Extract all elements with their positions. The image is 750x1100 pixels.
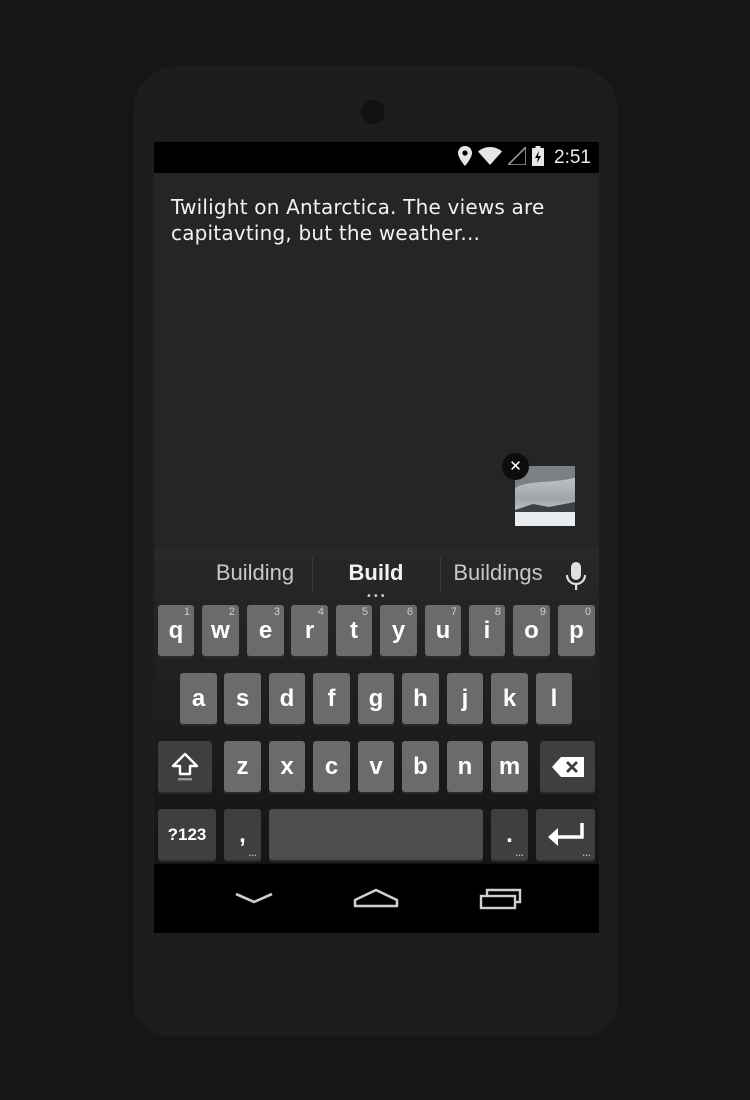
key-c[interactable]: c: [313, 741, 350, 792]
key-more-indicator: …: [582, 848, 591, 858]
key-d[interactable]: d: [269, 673, 305, 724]
key-hint: 0: [584, 606, 591, 618]
suggestion-right[interactable]: Buildings: [446, 560, 550, 586]
navigation-bar: [154, 864, 599, 933]
key-hint: 8: [494, 606, 501, 618]
key-q[interactable]: q1: [158, 605, 194, 656]
key-a[interactable]: a: [180, 673, 217, 724]
key-v[interactable]: v: [358, 741, 394, 792]
more-suggestions-indicator: •••: [366, 591, 387, 602]
screen: 2:51 Twilight on Antarctica. The views a…: [154, 142, 599, 933]
suggestion-divider: [440, 557, 441, 593]
key-f[interactable]: f: [313, 673, 350, 724]
key-b[interactable]: b: [402, 741, 439, 792]
symbols-key[interactable]: ?123: [158, 809, 216, 860]
key-z[interactable]: z: [224, 741, 261, 792]
post-text-field[interactable]: Twilight on Antarctica. The views are ca…: [171, 194, 581, 246]
backspace-key[interactable]: [540, 741, 595, 792]
key-j[interactable]: j: [447, 673, 483, 724]
key-label: i: [483, 616, 491, 644]
key-o[interactable]: o9: [513, 605, 550, 656]
key-hint: 7: [450, 606, 457, 618]
enter-key[interactable]: …: [536, 809, 595, 860]
signal-icon: [506, 144, 527, 169]
key-hint: 9: [539, 606, 546, 618]
key-more-indicator: …: [248, 848, 257, 858]
shift-key[interactable]: [158, 741, 212, 792]
suggestion-divider: [312, 557, 313, 593]
front-camera: [361, 100, 385, 124]
back-button[interactable]: [234, 884, 274, 918]
key-more-indicator: …: [515, 848, 524, 858]
status-time: 2:51: [554, 146, 591, 168]
key-y[interactable]: y6: [380, 605, 417, 656]
remove-attachment-button[interactable]: ✕: [502, 453, 529, 480]
key-k[interactable]: k: [491, 673, 528, 724]
period-key[interactable]: .…: [491, 809, 528, 860]
key-hint: 2: [228, 606, 235, 618]
key-label: ?123: [167, 824, 207, 844]
key-label: p: [569, 616, 584, 644]
key-m[interactable]: m: [491, 741, 528, 792]
microphone-icon[interactable]: [565, 562, 587, 596]
key-hint: 6: [406, 606, 413, 618]
key-h[interactable]: h: [402, 673, 439, 724]
recent-apps-button[interactable]: [478, 884, 524, 918]
suggestion-left[interactable]: Building: [206, 560, 304, 586]
recent-apps-icon: [479, 888, 522, 910]
home-button[interactable]: [352, 884, 400, 918]
home-icon: [353, 888, 399, 908]
status-bar: 2:51: [154, 142, 599, 173]
key-hint: 5: [361, 606, 368, 618]
location-pin-icon: [458, 145, 473, 170]
key-x[interactable]: x: [269, 741, 305, 792]
key-label: .: [506, 820, 513, 848]
key-label: u: [435, 616, 451, 644]
key-u[interactable]: u7: [425, 605, 461, 656]
key-label: ,: [239, 820, 246, 848]
key-s[interactable]: s: [224, 673, 261, 724]
key-n[interactable]: n: [447, 741, 483, 792]
battery-icon: [532, 145, 545, 170]
key-t[interactable]: t5: [336, 605, 372, 656]
key-label: t: [350, 616, 358, 644]
key-p[interactable]: p0: [558, 605, 595, 656]
key-label: y: [391, 616, 406, 644]
key-hint: 4: [317, 606, 324, 618]
key-w[interactable]: w2: [202, 605, 239, 656]
space-key[interactable]: [269, 809, 483, 860]
key-hint: 1: [183, 606, 190, 618]
suggestion-strip: Building Build ••• Buildings: [154, 547, 599, 602]
key-label: q: [168, 616, 184, 644]
comma-key[interactable]: ,…: [224, 809, 261, 860]
key-label: w: [211, 616, 230, 644]
key-i[interactable]: i8: [469, 605, 505, 656]
key-hint: 3: [273, 606, 280, 618]
shift-arrow-icon: [171, 752, 199, 780]
wifi-icon: [478, 146, 503, 169]
key-label: r: [304, 616, 315, 644]
key-r[interactable]: r4: [291, 605, 328, 656]
key-label: e: [258, 616, 273, 644]
suggestion-center[interactable]: Build: [326, 560, 426, 586]
key-g[interactable]: g: [358, 673, 394, 724]
key-label: o: [524, 616, 539, 644]
key-e[interactable]: e3: [247, 605, 284, 656]
enter-arrow-icon: [547, 822, 584, 846]
key-l[interactable]: l: [536, 673, 572, 724]
chevron-down-icon: [235, 892, 273, 904]
backspace-icon: [551, 756, 584, 777]
